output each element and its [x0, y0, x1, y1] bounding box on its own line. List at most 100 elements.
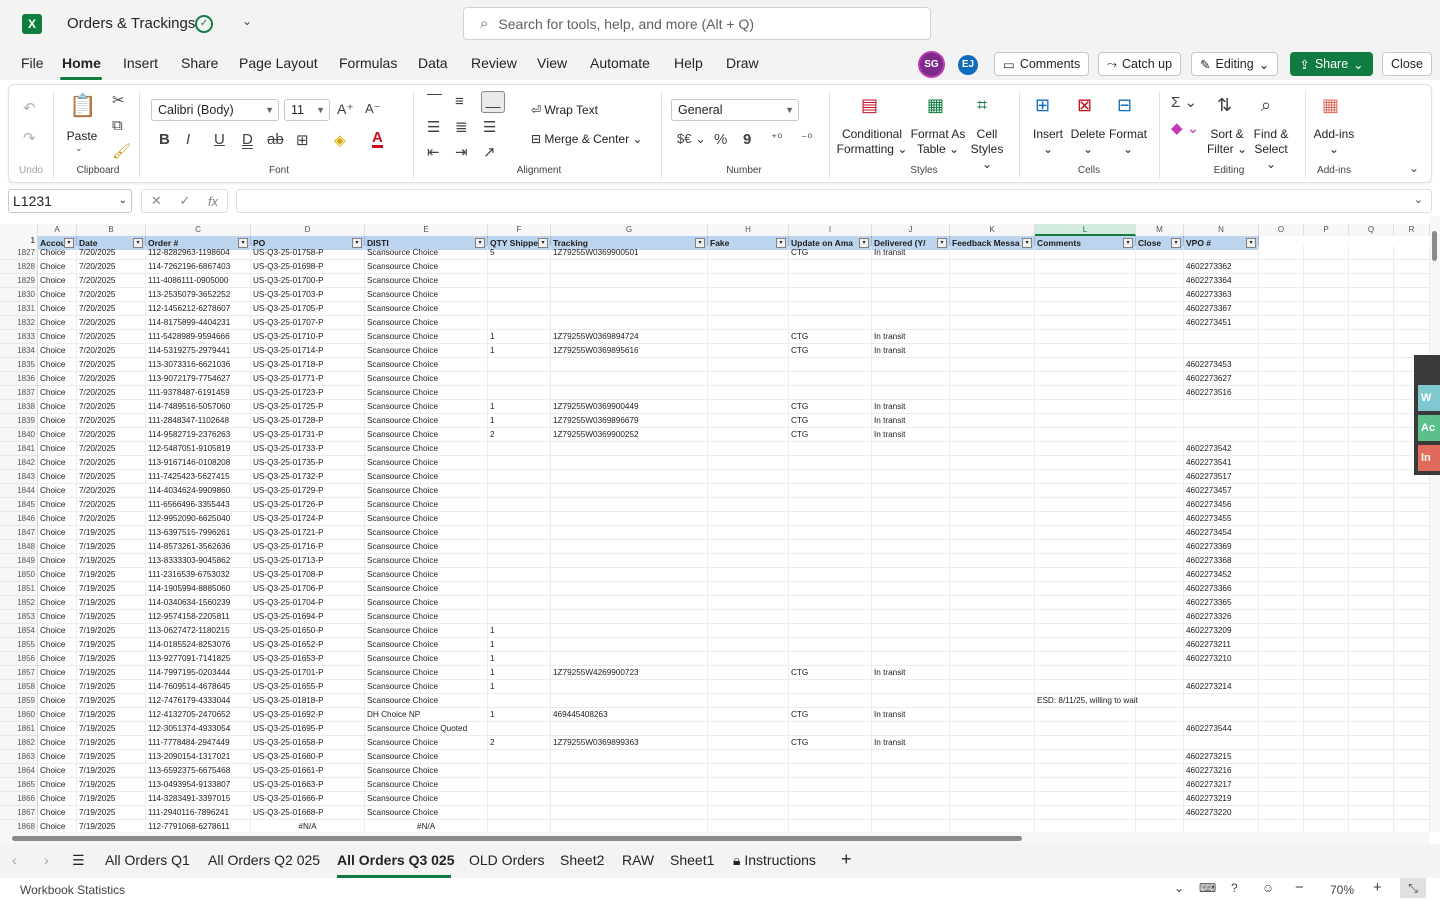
table-cell[interactable]: [1304, 792, 1349, 806]
orientation-icon[interactable]: ↗: [483, 143, 496, 161]
table-cell[interactable]: [488, 568, 551, 582]
align-right-icon[interactable]: ☰: [483, 118, 496, 136]
table-cell[interactable]: Choice: [38, 288, 77, 302]
table-cell[interactable]: 113-0627472-1180215: [146, 624, 251, 638]
table-cell[interactable]: US-Q3-25-01692-P: [251, 708, 365, 722]
table-cell[interactable]: US-Q3-25-01650-P: [251, 624, 365, 638]
table-cell[interactable]: Choice: [38, 820, 77, 832]
table-cell[interactable]: Scansource Choice: [365, 414, 488, 428]
table-cell[interactable]: [488, 512, 551, 526]
table-cell[interactable]: Choice: [38, 638, 77, 652]
table-cell[interactable]: 4602273544: [1184, 722, 1259, 736]
table-cell[interactable]: [1349, 428, 1394, 442]
table-cell[interactable]: [950, 596, 1035, 610]
table-cell[interactable]: [1259, 400, 1304, 414]
table-cell[interactable]: US-Q3-25-01818-P: [251, 694, 365, 708]
table-cell[interactable]: US-Q3-25-01668-P: [251, 806, 365, 820]
zoom-out-icon[interactable]: −: [1295, 879, 1304, 896]
table-cell[interactable]: [1259, 456, 1304, 470]
table-cell[interactable]: [1304, 638, 1349, 652]
table-cell[interactable]: [950, 806, 1035, 820]
table-cell[interactable]: US-Q3-25-01721-P: [251, 526, 365, 540]
table-cell[interactable]: Scansource Choice: [365, 610, 488, 624]
table-cell[interactable]: [1394, 302, 1430, 316]
table-cell[interactable]: 113-8333303-9045862: [146, 554, 251, 568]
table-cell[interactable]: [789, 498, 872, 512]
table-cell[interactable]: [708, 778, 789, 792]
table-cell[interactable]: [789, 722, 872, 736]
table-cell[interactable]: [708, 302, 789, 316]
table-cell[interactable]: Choice: [38, 540, 77, 554]
table-cell[interactable]: [551, 554, 708, 568]
table-cell[interactable]: [950, 358, 1035, 372]
table-cell[interactable]: [1349, 330, 1394, 344]
table-cell[interactable]: [1136, 400, 1184, 414]
table-cell[interactable]: [1259, 666, 1304, 680]
table-cell[interactable]: [789, 442, 872, 456]
table-cell[interactable]: [872, 498, 950, 512]
table-cell[interactable]: [1136, 652, 1184, 666]
menu-view[interactable]: View: [537, 55, 567, 71]
table-cell[interactable]: [872, 582, 950, 596]
table-cell[interactable]: [708, 260, 789, 274]
table-cell[interactable]: 7/20/2025: [77, 470, 146, 484]
table-cell[interactable]: 4602273367: [1184, 302, 1259, 316]
column-header[interactable]: E: [365, 224, 488, 236]
table-cell[interactable]: Scansource Choice: [365, 274, 488, 288]
table-cell[interactable]: [950, 736, 1035, 750]
table-cell[interactable]: [708, 372, 789, 386]
table-cell[interactable]: [488, 456, 551, 470]
table-cell[interactable]: [1394, 554, 1430, 568]
table-cell[interactable]: Scansource Choice: [365, 288, 488, 302]
table-cell[interactable]: [1394, 624, 1430, 638]
table-cell[interactable]: [1259, 568, 1304, 582]
paste-button[interactable]: Paste: [65, 129, 99, 144]
table-cell[interactable]: [1035, 750, 1136, 764]
table-cell[interactable]: 4602273516: [1184, 386, 1259, 400]
table-cell[interactable]: Scansource Choice: [365, 582, 488, 596]
table-cell[interactable]: Scansource Choice: [365, 638, 488, 652]
table-cell[interactable]: Choice: [38, 624, 77, 638]
table-cell[interactable]: Scansource Choice: [365, 792, 488, 806]
table-cell[interactable]: [1259, 596, 1304, 610]
tab-raw[interactable]: RAW: [622, 852, 654, 868]
paste-icon[interactable]: 📋: [69, 93, 96, 119]
table-cell[interactable]: [708, 344, 789, 358]
table-cell[interactable]: [872, 764, 950, 778]
table-cell[interactable]: Choice: [38, 736, 77, 750]
table-cell[interactable]: US-Q3-25-01726-P: [251, 498, 365, 512]
table-cell[interactable]: Scansource Choice: [365, 386, 488, 400]
table-cell[interactable]: US-Q3-25-01724-P: [251, 512, 365, 526]
table-cell[interactable]: [1035, 624, 1136, 638]
table-cell[interactable]: [950, 372, 1035, 386]
table-cell[interactable]: [789, 638, 872, 652]
cut-icon[interactable]: ✂: [112, 91, 125, 109]
table-cell[interactable]: [1394, 820, 1430, 832]
chevron-down-icon[interactable]: ⌄: [1174, 881, 1184, 895]
table-cell[interactable]: [708, 274, 789, 288]
table-cell[interactable]: [1136, 820, 1184, 832]
add-ins-button[interactable]: Add-ins ⌄: [1311, 127, 1357, 157]
table-cell[interactable]: [708, 526, 789, 540]
table-cell[interactable]: US-Q3-25-01658-P: [251, 736, 365, 750]
table-cell[interactable]: Choice: [38, 722, 77, 736]
table-cell[interactable]: 113-2535079-3652252: [146, 288, 251, 302]
table-cell[interactable]: [1259, 694, 1304, 708]
table-cell[interactable]: [1349, 526, 1394, 540]
table-cell[interactable]: [1349, 288, 1394, 302]
table-cell[interactable]: [789, 820, 872, 832]
table-cell[interactable]: [950, 540, 1035, 554]
chevron-down-icon[interactable]: ⌄: [75, 143, 83, 154]
table-cell[interactable]: 4602273365: [1184, 596, 1259, 610]
row-number[interactable]: 1841: [0, 442, 38, 456]
table-cell[interactable]: [488, 750, 551, 764]
table-cell[interactable]: CTG: [789, 246, 872, 260]
table-cell[interactable]: US-Q3-25-01705-P: [251, 302, 365, 316]
table-cell[interactable]: [872, 274, 950, 288]
table-cell[interactable]: US-Q3-25-01700-P: [251, 274, 365, 288]
table-cell[interactable]: [1136, 624, 1184, 638]
table-cell[interactable]: [1259, 540, 1304, 554]
table-cell[interactable]: 111-6566496-3355443: [146, 498, 251, 512]
table-cell[interactable]: [1136, 792, 1184, 806]
table-cell[interactable]: [1304, 316, 1349, 330]
